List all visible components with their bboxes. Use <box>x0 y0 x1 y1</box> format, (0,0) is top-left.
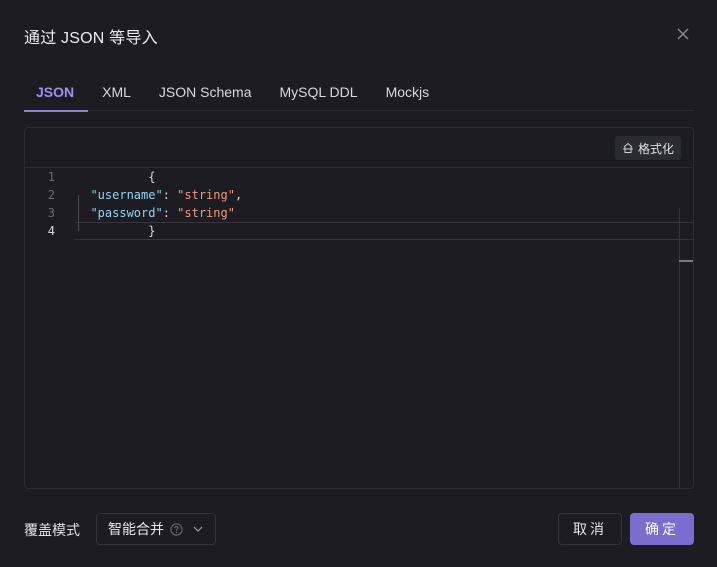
line-number: 3 <box>47 206 55 220</box>
code-line: 1 { <box>25 168 693 186</box>
tab-json-schema[interactable]: JSON Schema <box>145 78 266 111</box>
tab-json[interactable]: JSON <box>24 78 89 112</box>
tab-mockjs[interactable]: Mockjs <box>372 78 444 111</box>
overwrite-mode-label: 覆盖模式 <box>24 522 80 538</box>
import-dialog: 通过 JSON 等导入 JSON XML JSON Schema MySQL D… <box>0 0 717 567</box>
colon: : <box>162 206 178 220</box>
code-area[interactable]: 1 { 2 "username": "string", 3 "password"… <box>25 168 693 488</box>
line-number: 1 <box>47 170 55 184</box>
format-icon <box>622 142 633 153</box>
line-number: 2 <box>47 188 55 202</box>
brace-open: { <box>148 170 156 184</box>
format-button-label: 格式化 <box>637 141 674 156</box>
tab-xml[interactable]: XML <box>88 78 145 111</box>
comma: , <box>234 188 243 202</box>
select-value: 智能合并 <box>108 521 164 537</box>
code-text: "username": "string", <box>76 188 242 202</box>
code-line: 2 "username": "string", <box>25 186 693 204</box>
overwrite-mode-select[interactable]: 智能合并 <box>96 513 216 545</box>
json-key: "username" <box>90 188 163 202</box>
cancel-button[interactable]: 取消 <box>558 513 622 545</box>
code-editor[interactable]: 格式化 1 { 2 "username": "string", 3 "passw… <box>24 127 694 489</box>
confirm-button[interactable]: 确定 <box>630 513 694 545</box>
json-string: "string" <box>177 188 235 202</box>
help-circle-icon[interactable] <box>170 522 183 536</box>
code-text: } <box>76 210 155 252</box>
format-button[interactable]: 格式化 <box>614 136 681 160</box>
colon: : <box>162 188 178 202</box>
brace-close: } <box>148 224 156 238</box>
dialog-title: 通过 JSON 等导入 <box>24 30 158 47</box>
format-tabs: JSON XML JSON Schema MySQL DDL Mockjs <box>24 78 694 112</box>
vertical-scrollbar[interactable] <box>679 208 680 488</box>
json-string: "string" <box>177 206 235 220</box>
scrollbar-cursor-marker <box>679 260 693 262</box>
tab-mysql-ddl[interactable]: MySQL DDL <box>266 78 372 111</box>
code-line: 4 } <box>25 222 693 240</box>
line-number: 4 <box>47 224 55 238</box>
chevron-down-icon <box>193 526 203 532</box>
close-icon[interactable] <box>674 25 692 43</box>
